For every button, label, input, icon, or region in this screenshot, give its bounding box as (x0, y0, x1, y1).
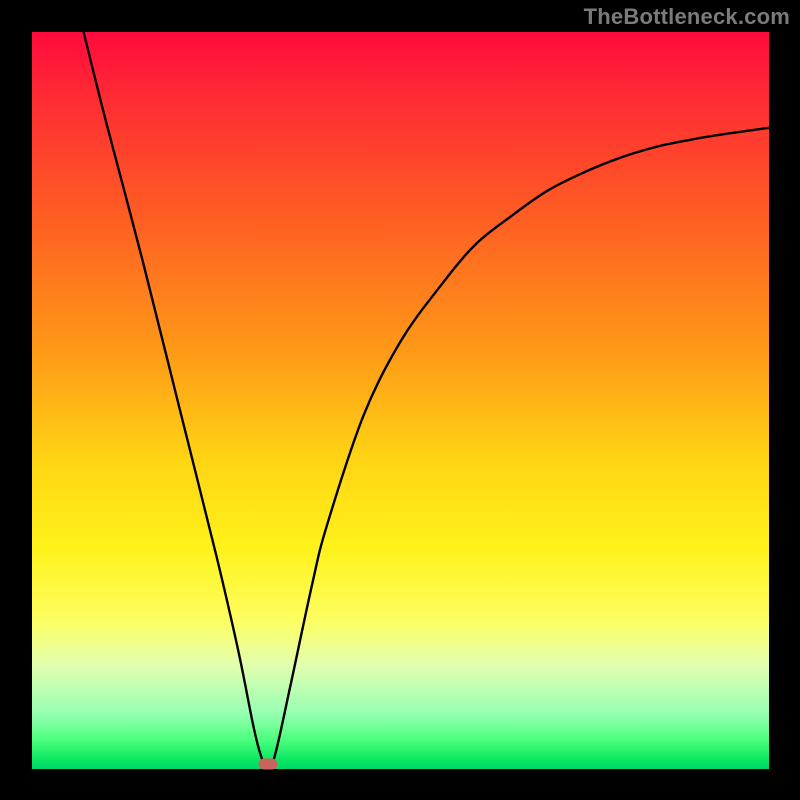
plot-area (32, 32, 769, 769)
chart-frame: TheBottleneck.com (0, 0, 800, 800)
bottleneck-curve (32, 32, 769, 769)
watermark-text: TheBottleneck.com (584, 4, 790, 30)
minimum-marker (258, 758, 277, 769)
